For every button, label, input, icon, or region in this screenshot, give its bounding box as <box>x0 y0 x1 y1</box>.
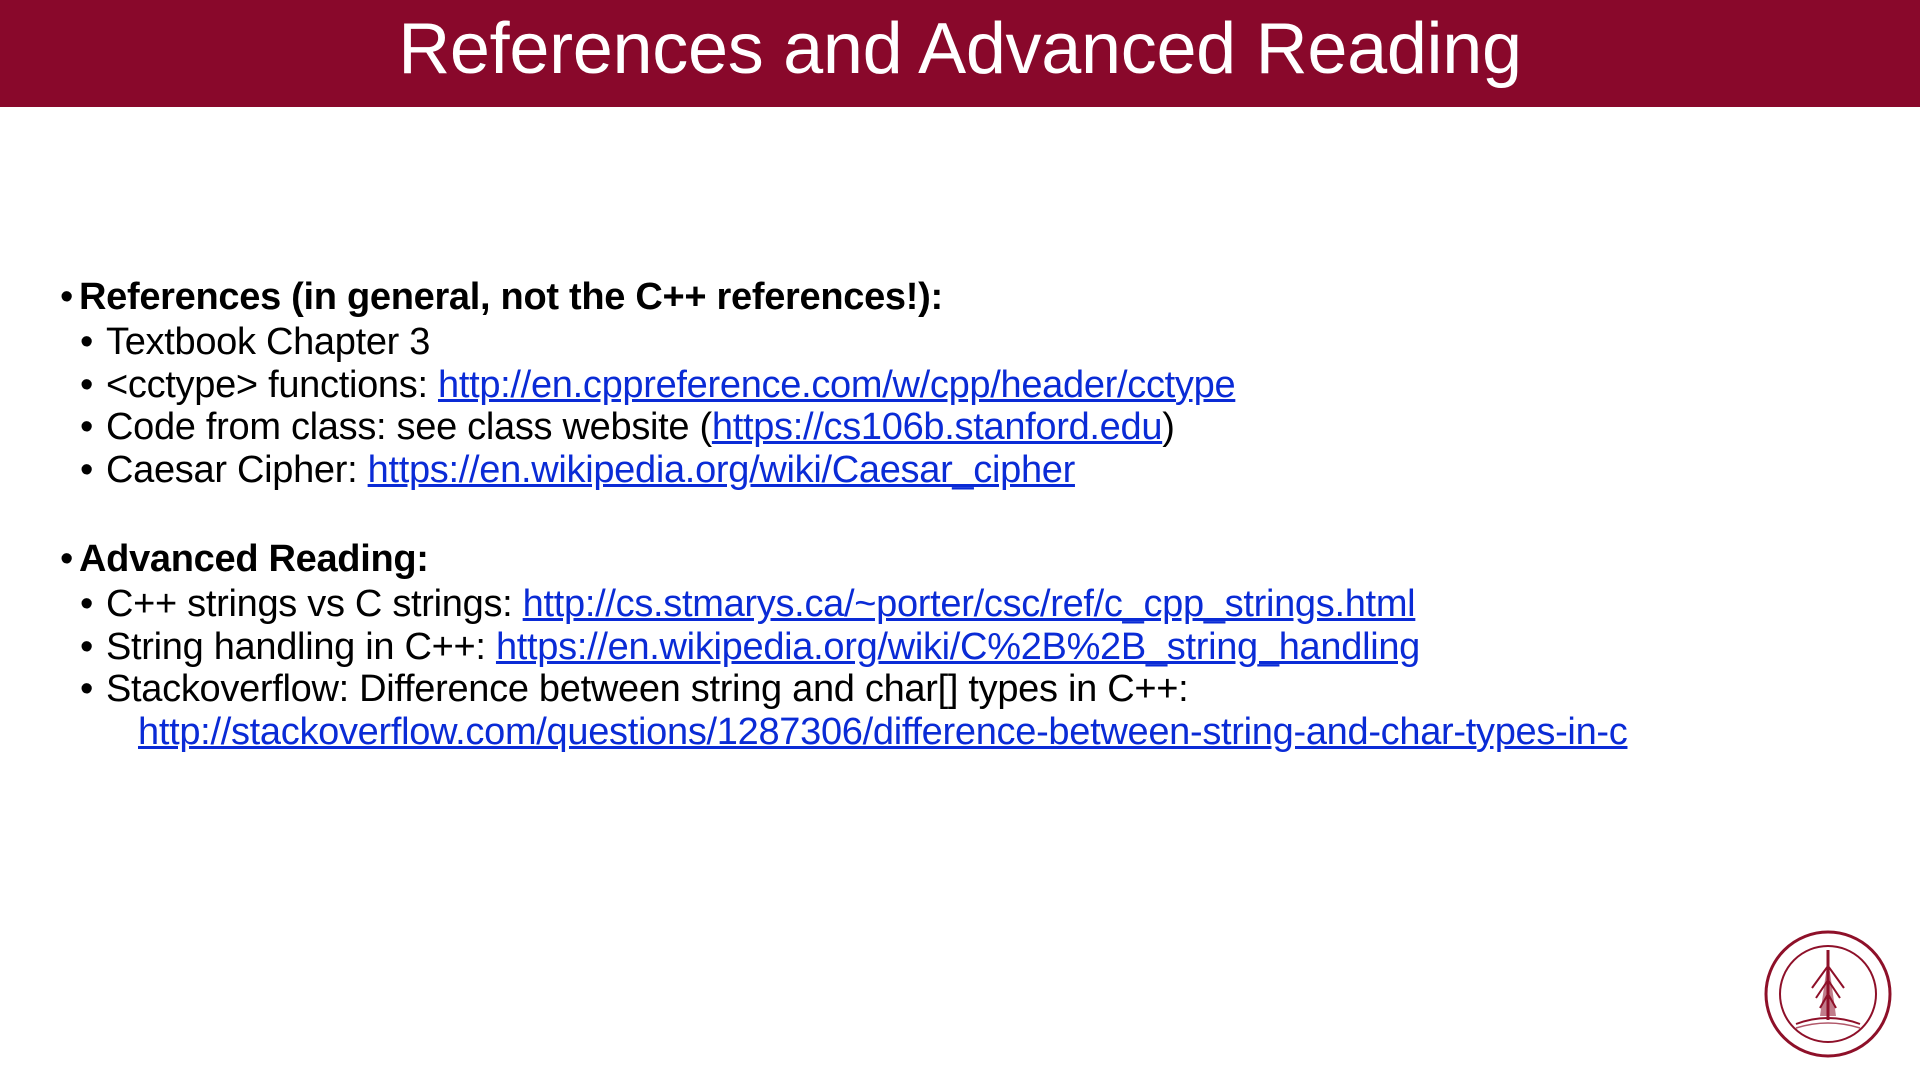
references-list: Textbook Chapter 3 <cctype> functions: h… <box>74 321 1860 491</box>
item-prefix: Stackoverflow: Difference between string… <box>106 668 1188 710</box>
class-website-link[interactable]: https://cs106b.stanford.edu <box>712 406 1162 448</box>
item-prefix: String handling in C++: <box>106 626 496 668</box>
string-handling-link[interactable]: https://en.wikipedia.org/wiki/C%2B%2B_st… <box>496 626 1420 668</box>
advanced-heading: •Advanced Reading: <box>60 539 1860 581</box>
item-prefix: C++ strings vs C strings: <box>106 583 523 625</box>
slide-title: References and Advanced Reading <box>398 9 1522 89</box>
item-prefix: <cctype> functions: <box>106 364 438 406</box>
item-prefix: Caesar Cipher: <box>106 449 368 491</box>
item-text: Textbook Chapter 3 <box>106 321 430 363</box>
references-heading: •References (in general, not the C++ ref… <box>60 277 1860 319</box>
cctype-link[interactable]: http://en.cppreference.com/w/cpp/header/… <box>438 364 1235 406</box>
references-heading-text: References (in general, not the C++ refe… <box>79 276 943 318</box>
caesar-cipher-link[interactable]: https://en.wikipedia.org/wiki/Caesar_cip… <box>368 449 1075 491</box>
bullet-icon: • <box>60 277 73 319</box>
list-item: Textbook Chapter 3 <box>74 321 1860 364</box>
list-item: Code from class: see class website (http… <box>74 406 1860 449</box>
bullet-icon: • <box>60 539 73 581</box>
stanford-seal-icon <box>1762 928 1894 1060</box>
list-item: Caesar Cipher: https://en.wikipedia.org/… <box>74 449 1860 492</box>
slide-content: •References (in general, not the C++ ref… <box>0 107 1920 753</box>
slide-title-bar: References and Advanced Reading <box>0 0 1920 107</box>
item-suffix: ) <box>1162 406 1174 448</box>
advanced-heading-text: Advanced Reading: <box>79 538 429 580</box>
stackoverflow-link[interactable]: http://stackoverflow.com/questions/12873… <box>138 711 1860 754</box>
list-item: <cctype> functions: http://en.cppreferen… <box>74 364 1860 407</box>
list-item: String handling in C++: https://en.wikip… <box>74 626 1860 669</box>
list-item: Stackoverflow: Difference between string… <box>74 668 1860 753</box>
advanced-list: C++ strings vs C strings: http://cs.stma… <box>74 583 1860 753</box>
list-item: C++ strings vs C strings: http://cs.stma… <box>74 583 1860 626</box>
c-vs-cpp-strings-link[interactable]: http://cs.stmarys.ca/~porter/csc/ref/c_c… <box>523 583 1416 625</box>
item-prefix: Code from class: see class website ( <box>106 406 712 448</box>
